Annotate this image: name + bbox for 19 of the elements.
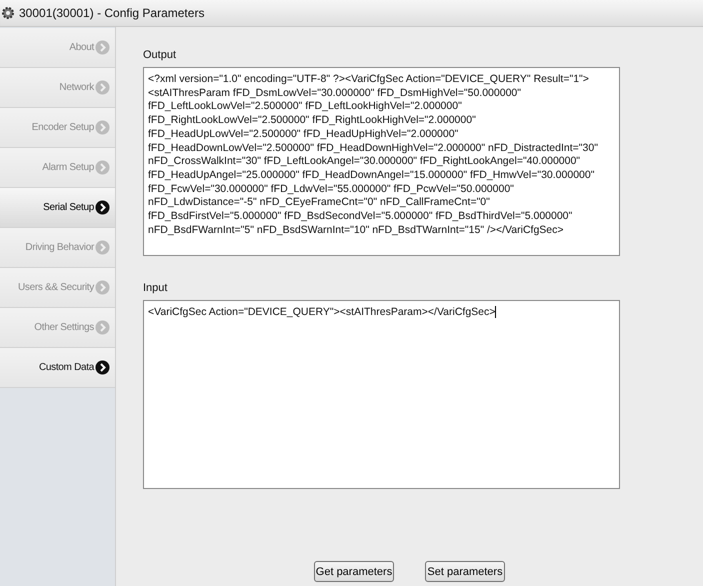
input-text-area[interactable]: <VariCfgSec Action="DEVICE_QUERY"><stAIThresParam></VariCfgSec>: [143, 300, 620, 489]
gear-icon: [1, 6, 15, 20]
sidebar-item[interactable]: Custom Data: [0, 348, 115, 388]
chevron-icon: [95, 280, 110, 295]
chevron-icon: [95, 160, 110, 175]
input-label: Input: [143, 282, 168, 294]
chevron-icon: [95, 200, 110, 215]
parameters-button[interactable]: Get parameters: [314, 561, 394, 582]
chevron-icon: [95, 80, 110, 95]
sidebar-item[interactable]: Serial Setup: [0, 188, 115, 228]
output-label: Output: [143, 49, 178, 61]
chevron-icon: [95, 240, 110, 255]
output-text-area[interactable]: <?xml version="1.0" encoding="UTF-8" ?><VariCfgSec Action="DEVICE_QUERY" Result="1"> <stAIThresParam fFD_DsmLowVel="30.000000" fFD_DsmHighVel="50.000000" fFD_LeftLookLowVel="2.500000" fFD_LeftLookHighVel="2.000000" fFD_RightLookLowVel="2.500000" fFD_RightLookHighVel="2.000000" fFD_HeadUpLowVel="2.500000" fFD_HeadUpHighVel="2.000000" fFD_HeadDownLowVel="2.500000" fFD_HeadDownHighVel="2.000000" nFD_DistractedInt="30" nFD_CrossWalkInt="30" fFD_LeftLookAngel="30.000000" fFD_RightLookAngel="40.000000" fFD_HeadUpAngel="25.000000" fFD_HeadDownAngel="15.000000" fFD_HmwVel="30.000000" fFD_FcwVel="30.000000" fFD_LdwVel="55.000000" fFD_PcwVel="50.000000" nFD_LdwDistance="-5" nFD_CEyeFrameCnt="0" nFD_CallFrameCnt="0" fFD_BsdFirstVel="5.000000" fFD_BsdSecondVel="5.000000" fFD_BsdThirdVel="5.000000" nFD_BsdFWarnInt="5" nFD_BsdSWarnInt="10" nFD_BsdTWarnInt="15" /></VariCfgSec>: [143, 67, 620, 256]
chevron-icon: [95, 120, 110, 135]
chevron-icon: [95, 360, 110, 375]
chevron-icon: [95, 320, 110, 335]
chevron-icon: [95, 40, 110, 55]
parameters-button[interactable]: Set parameters: [425, 561, 505, 582]
window-title: 30001(30001) - Config Parameters: [19, 6, 204, 20]
